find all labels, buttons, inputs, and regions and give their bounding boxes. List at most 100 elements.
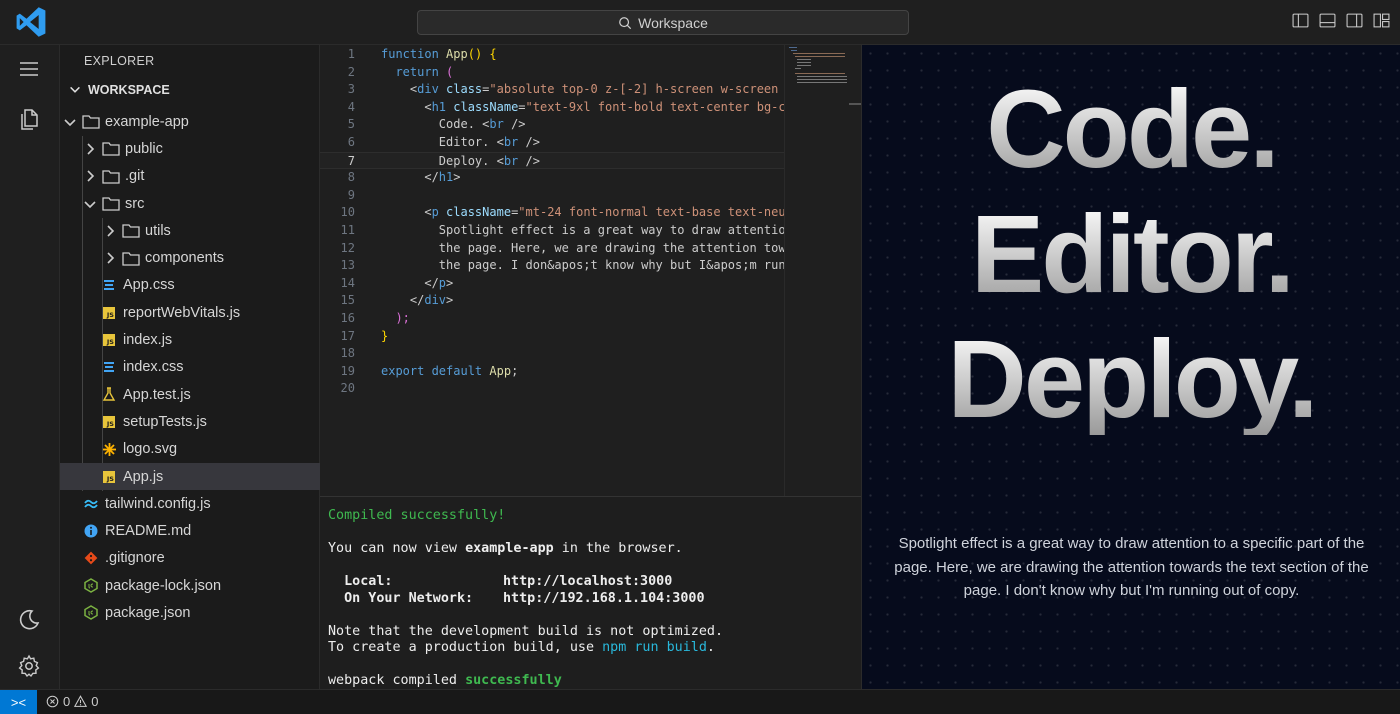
tree-item-label: reportWebVitals.js <box>123 304 241 321</box>
code-line[interactable]: 1 function App() { <box>320 46 784 64</box>
folder-row[interactable]: utils <box>60 217 320 244</box>
folder-row[interactable]: .git <box>60 163 320 190</box>
file-row[interactable]: JS index.js <box>60 326 320 353</box>
code-token: export default <box>381 363 490 378</box>
file-row[interactable]: README.md <box>60 517 320 544</box>
moon-icon[interactable] <box>17 608 41 632</box>
code-token: = <box>518 99 526 114</box>
error-count: 0 <box>63 694 71 709</box>
code-token: ; <box>511 363 519 378</box>
terminal-text: You can now view <box>328 541 466 556</box>
toggle-panel-icon[interactable] <box>1319 12 1336 29</box>
file-row[interactable]: JS reportWebVitals.js <box>60 299 320 326</box>
file-row[interactable]: logo.svg <box>60 436 320 463</box>
tree-item-label: index.js <box>123 332 173 349</box>
code-line[interactable]: 6 Editor. <br /> <box>320 134 784 152</box>
editor-pane[interactable]: 1 function App() {2 return (3 <div class=… <box>320 45 861 496</box>
code-line[interactable]: 14 </p> <box>320 275 784 293</box>
code-area[interactable]: 1 function App() {2 return (3 <div class=… <box>320 45 784 496</box>
workspace-section-header[interactable]: WORKSPACE <box>68 83 170 97</box>
code-line[interactable]: 3 <div class="absolute top-0 z-[-2] h-sc… <box>320 81 784 99</box>
command-center-search[interactable]: Workspace <box>417 10 909 35</box>
code-line[interactable]: 12 the page. Here, we are drawing the at… <box>320 240 784 258</box>
chevron-right-icon <box>82 141 102 157</box>
tree-item-label: package.json <box>105 604 191 621</box>
minimap[interactable] <box>784 45 849 496</box>
menu-icon[interactable] <box>17 57 41 81</box>
nodejs-icon <box>82 605 100 621</box>
code-line[interactable]: 5 Code. <br /> <box>320 116 784 134</box>
file-row[interactable]: JS setupTests.js <box>60 408 320 435</box>
file-row[interactable]: App.test.js <box>60 381 320 408</box>
line-number: 10 <box>340 205 355 220</box>
code-token: /> <box>525 135 540 149</box>
line-number: 19 <box>340 363 355 378</box>
code-line[interactable]: 18 <box>320 345 784 363</box>
folder-row[interactable]: src <box>60 190 320 217</box>
svg-file-icon <box>100 441 118 457</box>
code-token: /> <box>525 153 540 168</box>
code-text: Deploy. <br /> <box>381 153 540 171</box>
code-text: the page. I don&apos;t know why but I&ap… <box>381 257 784 275</box>
tree-item-label: setupTests.js <box>123 413 207 430</box>
tree-item-label: README.md <box>105 523 192 540</box>
code-token: Editor. < <box>381 135 504 149</box>
code-token: "absolute top-0 z-[-2] h-screen w-screen… <box>489 82 784 97</box>
code-token: </ <box>381 293 425 308</box>
file-row[interactable]: index.css <box>60 354 320 381</box>
files-icon[interactable] <box>17 107 41 131</box>
js-file-icon: JS <box>100 305 118 321</box>
code-token: br <box>489 117 512 132</box>
code-line[interactable]: 8 </h1> <box>320 169 784 187</box>
tree-item-label: logo.svg <box>123 441 178 458</box>
code-line[interactable]: 15 </div> <box>320 292 784 310</box>
code-line[interactable]: 10 <p className="mt-24 font-normal text-… <box>320 204 784 222</box>
terminal-panel[interactable]: Compiled successfully! You can now view … <box>320 496 861 689</box>
code-token: "text-9xl font-bold text-center bg-cl <box>525 99 784 114</box>
customize-layout-icon[interactable] <box>1373 12 1390 29</box>
code-line[interactable]: 20 <box>320 380 784 398</box>
line-number: 16 <box>340 311 355 325</box>
toggle-secondary-sidebar-icon[interactable] <box>1346 12 1363 29</box>
code-line[interactable]: 11 Spotlight effect is a great way to dr… <box>320 222 784 240</box>
code-line[interactable]: 16 ); <box>320 310 784 328</box>
code-line[interactable]: 7 Deploy. <br /> <box>320 151 784 171</box>
tree-item-label: tailwind.config.js <box>105 495 211 512</box>
folder-row[interactable]: components <box>60 244 320 271</box>
editor-scrollbar[interactable] <box>849 45 861 496</box>
code-token: p <box>438 275 447 290</box>
folder-row[interactable]: example-app <box>60 108 320 135</box>
line-number: 13 <box>340 258 355 273</box>
remote-indicator-button[interactable]: >< <box>0 690 37 714</box>
tree-item-label: App.css <box>123 277 175 294</box>
file-row[interactable]: JS App.js <box>60 462 320 491</box>
terminal-note-line: Note that the development build is not o… <box>328 624 724 639</box>
code-token: ); <box>381 311 410 325</box>
problems-indicator[interactable]: 0 0 <box>46 694 98 709</box>
code-line[interactable]: 17} <box>320 328 784 346</box>
terminal-compiled-line: Compiled successfully! <box>328 508 506 523</box>
code-token: > <box>446 293 454 308</box>
code-text: function App() { <box>381 46 497 64</box>
code-line[interactable]: 19 export default App; <box>320 363 784 381</box>
code-token: App <box>489 363 512 378</box>
code-line[interactable]: 2 return ( <box>320 64 784 82</box>
terminal-local-url[interactable]: http://localhost:3000 <box>503 574 672 589</box>
scrollbar-thumb[interactable] <box>849 103 861 105</box>
line-number: 20 <box>340 381 355 396</box>
file-row[interactable]: package.json <box>60 599 320 626</box>
code-token: "mt-24 font-normal text-base text-neut <box>518 205 784 220</box>
code-line[interactable]: 9 <box>320 187 784 205</box>
terminal-network-url[interactable]: http://192.168.1.104:3000 <box>503 591 705 606</box>
code-line[interactable]: 13 the page. I don&apos;t know why but I… <box>320 257 784 275</box>
folder-row[interactable]: public <box>60 135 320 162</box>
file-row[interactable]: App.css <box>60 272 320 299</box>
file-row[interactable]: .gitignore <box>60 545 320 572</box>
file-row[interactable]: package-lock.json <box>60 572 320 599</box>
terminal-network-label: On Your Network: <box>328 591 474 606</box>
chevron-down-icon <box>70 86 80 93</box>
toggle-primary-sidebar-icon[interactable] <box>1292 12 1309 29</box>
file-row[interactable]: tailwind.config.js <box>60 490 320 517</box>
code-line[interactable]: 4 <h1 className="text-9xl font-bold text… <box>320 99 784 117</box>
gear-icon[interactable] <box>17 654 41 678</box>
